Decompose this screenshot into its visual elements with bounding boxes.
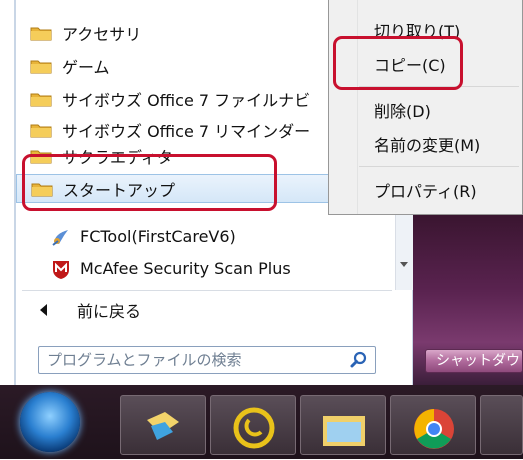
fctool-icon [50,226,72,248]
menu-separator [359,166,519,167]
program-folder-accessories[interactable]: アクセサリ [16,18,316,47]
folder-icon [323,416,365,446]
back-arrow-icon [40,304,47,316]
explorer-icon [147,412,179,440]
search-icon[interactable] [349,350,369,370]
context-menu: 切り取り(T) コピー(C) 削除(D) 名前の変更(M) プロパティ(R) [328,0,523,215]
taskbar-folder-button[interactable] [300,395,386,455]
taskbar-explorer-button[interactable] [120,395,206,455]
mcafee-icon [50,258,72,280]
taskbar-app-button[interactable] [210,395,296,455]
program-fctool[interactable]: FCTool(FirstCareV6) [16,222,316,251]
menu-gutter [357,0,358,214]
highlight-startup-box [22,154,277,211]
program-folder-games[interactable]: ゲーム [16,51,316,80]
back-button[interactable]: 前に戻る [16,296,386,324]
program-folder-cybozu-reminder[interactable]: サイボウズ Office 7 リマインダー [16,115,316,144]
back-label: 前に戻る [77,302,142,321]
taskbar-overflow-button[interactable] [480,395,523,455]
search-box[interactable] [38,346,376,374]
folder-icon [30,58,52,74]
chrome-icon [414,409,454,449]
search-input[interactable] [39,350,349,370]
program-label: McAfee Security Scan Plus [80,259,291,278]
menu-item-delete[interactable]: 削除(D) [374,98,431,122]
program-label: サイボウズ Office 7 リマインダー [62,121,311,141]
folder-icon [30,25,52,41]
program-mcafee[interactable]: McAfee Security Scan Plus [16,254,316,283]
taskbar-chrome-button[interactable] [390,395,476,455]
program-folder-cybozu-filenavi[interactable]: サイボウズ Office 7 ファイルナビ [16,84,316,113]
app-icon [233,407,275,449]
menu-divider [22,290,392,291]
shutdown-button[interactable]: シャットダウン [425,349,523,373]
scroll-down-arrow-icon[interactable] [400,262,408,267]
folder-icon [30,122,52,138]
program-label: ゲーム [62,57,110,77]
windows-start-orb-icon[interactable] [20,392,80,452]
program-label: アクセサリ [62,24,142,44]
menu-item-properties[interactable]: プロパティ(R) [374,178,477,202]
highlight-copy-box [333,36,463,90]
folder-icon [30,91,52,107]
program-label: サイボウズ Office 7 ファイルナビ [62,90,311,110]
menu-item-rename[interactable]: 名前の変更(M) [374,132,480,156]
program-label: FCTool(FirstCareV6) [80,227,236,246]
